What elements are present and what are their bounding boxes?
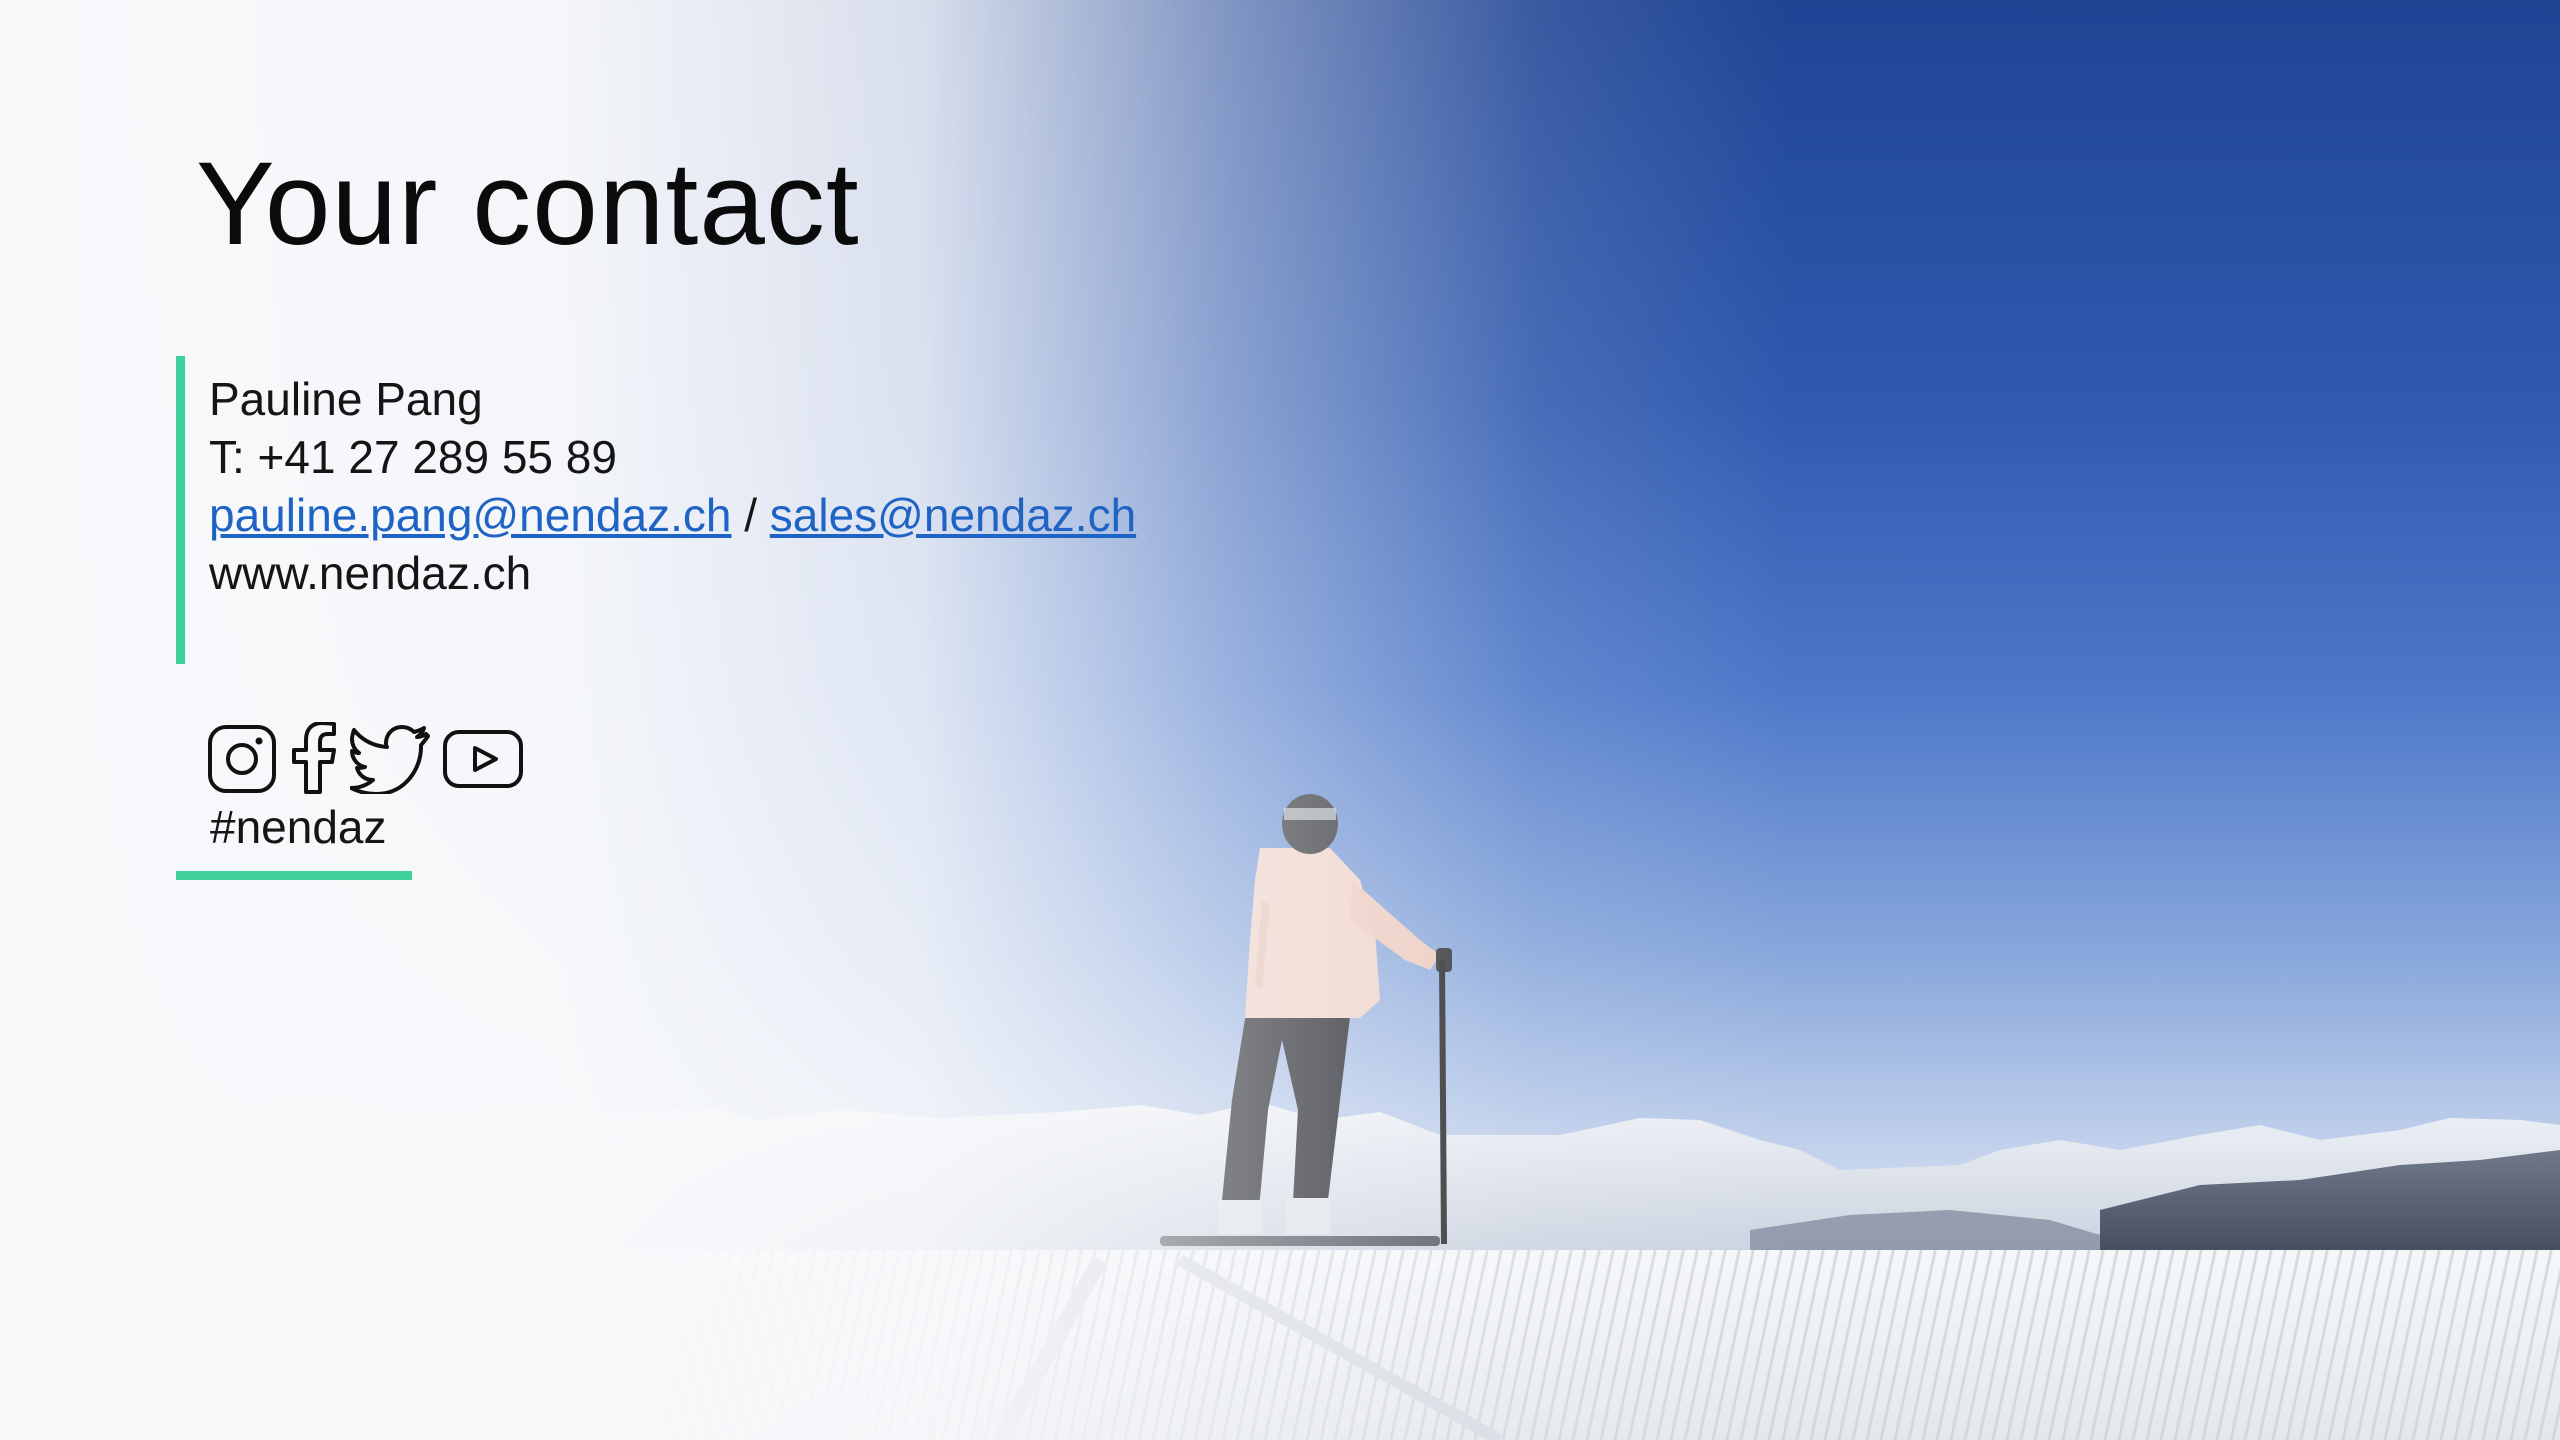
contact-phone: T: +41 27 289 55 89 xyxy=(209,431,617,483)
twitter-icon[interactable] xyxy=(349,724,430,799)
page-title: Your contact xyxy=(196,138,860,270)
instagram-icon[interactable] xyxy=(206,723,278,800)
contact-block: Pauline Pang T: +41 27 289 55 89 pauline… xyxy=(176,356,1136,664)
facebook-icon[interactable] xyxy=(290,721,338,801)
email-link-primary[interactable]: pauline.pang@nendaz.ch xyxy=(209,489,731,541)
contact-name: Pauline Pang xyxy=(209,373,483,425)
email-link-secondary[interactable]: sales@nendaz.ch xyxy=(770,489,1136,541)
hashtag: #nendaz xyxy=(210,801,387,853)
contact-emails: pauline.pang@nendaz.ch / sales@nendaz.ch xyxy=(209,486,1136,544)
email-separator: / xyxy=(744,489,758,541)
youtube-icon[interactable] xyxy=(442,728,524,795)
contact-website: www.nendaz.ch xyxy=(209,547,532,599)
contact-slide: Your contact Pauline Pang T: +41 27 289 … xyxy=(0,0,2560,1440)
social-icons xyxy=(206,721,524,801)
hashtag-underline xyxy=(176,871,412,880)
